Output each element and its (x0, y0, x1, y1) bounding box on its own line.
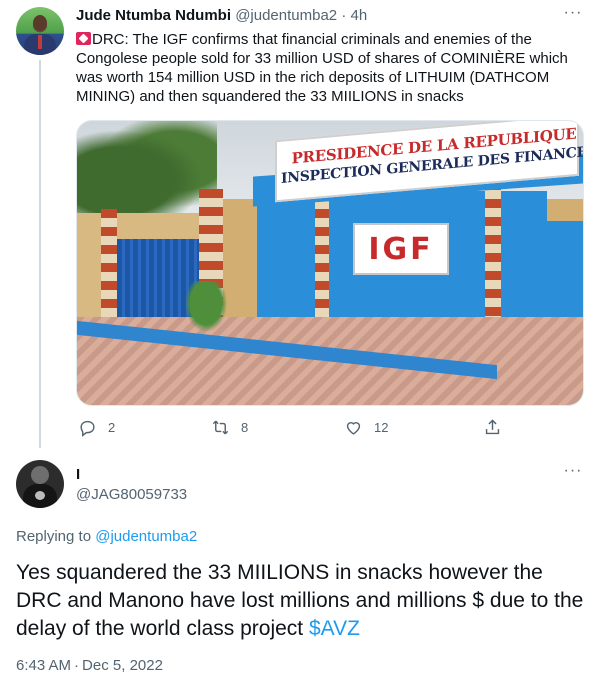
reply-button[interactable]: 2 (78, 416, 115, 438)
red-exclamation-flag-icon (76, 32, 91, 45)
header-separator: · (341, 7, 347, 24)
author-avatar[interactable] (16, 7, 64, 55)
avatar-head (31, 466, 49, 484)
photo-trees (77, 121, 217, 221)
retweet-button[interactable]: 8 (211, 416, 248, 438)
share-button[interactable] (483, 416, 502, 438)
tweet-time[interactable]: 4h (351, 7, 368, 24)
avatar-face (33, 15, 47, 31)
reply-author-name[interactable]: I (76, 465, 80, 485)
tweet-timestamp[interactable]: 6:43 AM · Dec 5, 2022 (16, 656, 163, 676)
original-tweet[interactable]: Jude Ntumba Ndumbi @judentumba2 · 4h ···… (0, 0, 602, 448)
timestamp-separator: · (74, 657, 80, 674)
replying-to: Replying to @judentumba2 (16, 527, 197, 547)
reply-text-content: Yes squandered the 33 MIILIONS in snacks… (16, 561, 584, 640)
avatar-shirt-print (35, 491, 45, 500)
photo-palm-plant (181, 281, 231, 337)
author-name[interactable]: Jude Ntumba Ndumbi (76, 7, 231, 24)
retweet-count: 8 (241, 419, 249, 435)
cashtag-link[interactable]: $AVZ (309, 617, 360, 640)
avatar-tie (38, 35, 42, 49)
like-button[interactable]: 12 (344, 416, 388, 438)
reply-tweet-text: Yes squandered the 33 MIILIONS in snacks… (16, 559, 590, 643)
like-count: 12 (374, 419, 389, 435)
tweet-actions: 2 8 12 (76, 416, 596, 438)
more-options-button[interactable]: ··· (558, 463, 588, 484)
share-icon (485, 418, 500, 434)
tweet-text: DRC: The IGF confirms that financial cri… (76, 30, 586, 106)
reply-icon (80, 420, 95, 437)
more-options-button[interactable]: ··· (558, 5, 588, 26)
replying-prefix: Replying to (16, 528, 92, 545)
tweet-photo[interactable]: PRESIDENCE DE LA REPUBLIQUE INSPECTION G… (76, 120, 584, 406)
heart-icon (346, 421, 361, 435)
reply-author-avatar[interactable] (16, 460, 64, 508)
photo-igf-plate: IGF (353, 223, 449, 275)
reply-author-handle[interactable]: @JAG80059733 (76, 485, 187, 505)
photo-pillar (101, 209, 117, 324)
replying-to-link[interactable]: @judentumba2 (95, 528, 197, 545)
tweet-text-content: DRC: The IGF confirms that financial cri… (76, 31, 568, 105)
thread-line (39, 60, 41, 448)
author-handle[interactable]: @judentumba2 (235, 7, 337, 24)
focused-reply-tweet[interactable]: I @JAG80059733 ··· Replying to @judentum… (0, 448, 602, 688)
reply-count: 2 (108, 419, 116, 435)
retweet-icon (212, 420, 229, 434)
timestamp-date: Dec 5, 2022 (82, 657, 163, 674)
timestamp-time: 6:43 AM (16, 657, 72, 674)
tweet-header: Jude Ntumba Ndumbi @judentumba2 · 4h (76, 6, 367, 26)
